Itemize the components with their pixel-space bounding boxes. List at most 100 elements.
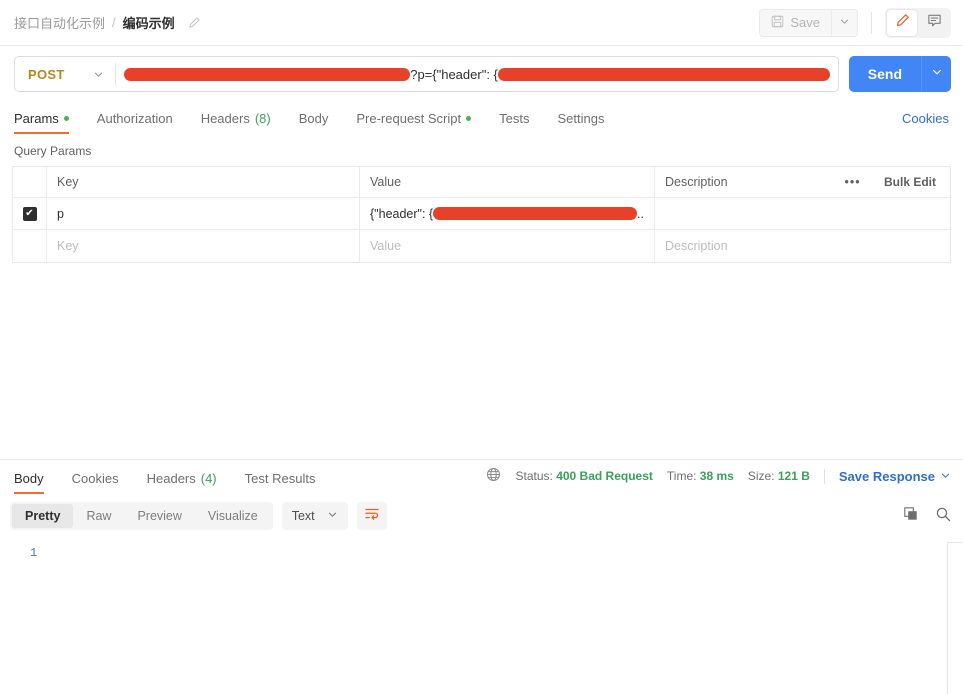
tab-settings-label: Settings (557, 111, 605, 126)
tab-pre-request-script[interactable]: Pre-request Script (356, 111, 472, 134)
save-button[interactable]: Save (760, 10, 831, 36)
response-tab-headers[interactable]: Headers (4) (147, 471, 217, 494)
response-tab-cookies-label: Cookies (71, 471, 119, 486)
search-icon[interactable] (935, 506, 951, 527)
comment-icon (927, 13, 942, 33)
empty-row-key-input[interactable]: Key (47, 230, 360, 262)
response-format-selector[interactable]: Text (281, 502, 348, 530)
tab-params[interactable]: Params (14, 111, 69, 134)
response-tab-test-results-label: Test Results (244, 471, 316, 486)
view-mode-raw[interactable]: Raw (73, 504, 124, 528)
word-wrap-icon (364, 506, 380, 527)
response-format-label: Text (291, 509, 315, 523)
redacted-value (433, 207, 638, 220)
response-body-editor[interactable]: 1 (0, 538, 963, 694)
copy-icon[interactable] (903, 506, 919, 527)
response-view-mode-group: Pretty Raw Preview Visualize (10, 502, 273, 530)
tab-headers-count: (8) (254, 111, 271, 126)
request-tab-bar: Params Authorization Headers (8) Body Pr… (0, 102, 963, 134)
response-tab-headers-count: (4) (200, 471, 217, 486)
header-value: Value (360, 167, 655, 197)
table-empty-row: Key Value Description (13, 230, 950, 262)
cookies-link[interactable]: Cookies (902, 111, 949, 134)
http-method-selector[interactable]: POST (15, 57, 115, 91)
breadcrumb-separator: / (112, 15, 116, 30)
url-visible-text: ?p={"header": { (410, 66, 498, 82)
row-value-input[interactable]: {"header": {.. (360, 198, 655, 229)
size-group: Size: 121 B (748, 469, 810, 483)
tab-authorization-label: Authorization (96, 111, 173, 126)
table-header-row: Key Value Description ••• Bulk Edit (13, 167, 950, 198)
save-response-label: Save Response (838, 468, 935, 484)
word-wrap-button[interactable] (356, 502, 387, 530)
empty-row-description-input[interactable]: Description (655, 230, 950, 262)
tab-headers[interactable]: Headers (8) (201, 111, 271, 134)
editor-minimap-divider (947, 542, 963, 694)
time-label: Time: (666, 469, 697, 483)
bulk-edit-button[interactable]: Bulk Edit (870, 167, 950, 197)
tab-body-label: Body (298, 111, 329, 126)
chevron-down-icon (327, 509, 338, 523)
response-toolbar-actions (903, 506, 951, 527)
tab-params-label: Params (14, 111, 59, 126)
modified-dot-icon (63, 116, 69, 121)
tab-tests[interactable]: Tests (499, 111, 529, 134)
response-tab-bar: Body Cookies Headers (4) Test Results St… (0, 460, 963, 494)
header-checkbox-cell (13, 167, 47, 197)
save-response-button[interactable]: Save Response (839, 469, 951, 484)
response-tab-headers-label: Headers (146, 471, 196, 486)
ellipsis-icon[interactable]: ••• (835, 167, 870, 197)
view-toggle-group (885, 7, 951, 38)
response-tab-body[interactable]: Body (14, 471, 44, 494)
line-number: 1 (30, 546, 38, 560)
edit-mode-toggle[interactable] (887, 9, 917, 36)
save-button-group: Save (759, 8, 858, 37)
response-tab-test-results[interactable]: Test Results (245, 471, 316, 494)
row-key-input[interactable]: p (47, 198, 360, 229)
empty-row-value-input[interactable]: Value (360, 230, 655, 262)
send-button[interactable]: Send (849, 56, 921, 92)
tab-body[interactable]: Body (299, 111, 329, 134)
size-label: Size: (747, 469, 775, 483)
chevron-down-icon (940, 469, 951, 484)
pencil-icon[interactable] (187, 16, 201, 30)
time-group: Time: 38 ms (667, 469, 734, 483)
top-bar-actions: Save (759, 7, 951, 38)
view-mode-pretty[interactable]: Pretty (12, 504, 74, 528)
chevron-down-icon (839, 14, 850, 32)
url-input[interactable]: ?p={"header": { (116, 57, 838, 91)
breadcrumb-collection[interactable]: 接口自动化示例 (14, 13, 105, 32)
globe-icon[interactable] (486, 467, 501, 485)
response-toolbar: Pretty Raw Preview Visualize Text (0, 494, 963, 538)
table-row: ✔ p {"header": {.. (13, 198, 950, 230)
row-enabled-checkbox[interactable]: ✔ (22, 206, 37, 221)
tab-tests-label: Tests (499, 111, 530, 126)
chevron-down-icon (93, 69, 104, 80)
tab-settings[interactable]: Settings (557, 111, 604, 134)
url-bar-row: POST ?p={"header": { Send (0, 46, 963, 102)
breadcrumb: 接口自动化示例 / 编码示例 (14, 13, 201, 32)
chevron-down-icon (931, 65, 943, 83)
send-options-button[interactable] (921, 56, 951, 92)
header-key: Key (47, 167, 360, 197)
response-tab-cookies[interactable]: Cookies (72, 471, 119, 494)
breadcrumb-current[interactable]: 编码示例 (123, 13, 175, 32)
modified-dot-icon (466, 116, 472, 121)
comments-toggle[interactable] (919, 10, 949, 36)
query-params-table: Key Value Description ••• Bulk Edit ✔ p … (12, 166, 951, 263)
view-mode-preview[interactable]: Preview (124, 504, 194, 528)
tab-authorization[interactable]: Authorization (97, 111, 173, 134)
save-options-button[interactable] (831, 9, 857, 36)
url-bar: POST ?p={"header": { (14, 56, 839, 92)
view-mode-visualize[interactable]: Visualize (195, 504, 271, 528)
floppy-disk-icon (771, 15, 784, 31)
pencil-icon (895, 13, 910, 33)
row-description-input[interactable] (655, 198, 950, 229)
header-description: Description (665, 175, 728, 189)
top-bar: 接口自动化示例 / 编码示例 Save (0, 0, 963, 46)
send-button-group: Send (848, 56, 951, 92)
empty-row-checkbox-cell (13, 230, 47, 262)
redacted-url-suffix (497, 67, 830, 81)
row-value-suffix: .. (637, 206, 644, 221)
row-value-prefix: {"header": { (370, 206, 434, 221)
